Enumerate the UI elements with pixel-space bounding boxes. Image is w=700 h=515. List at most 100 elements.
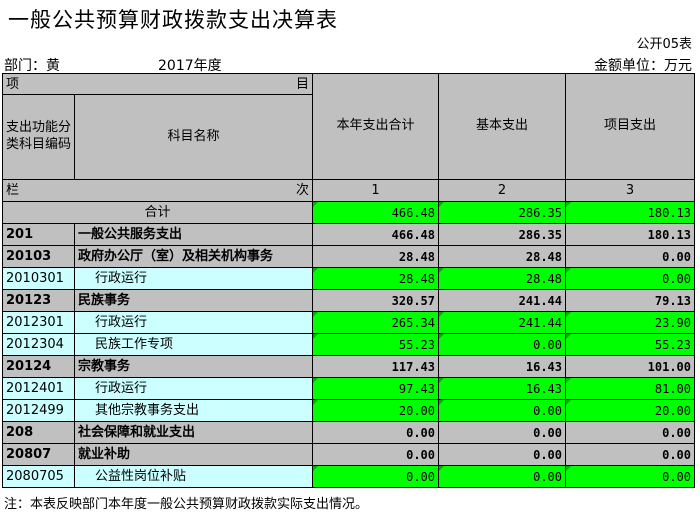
subject-name: 就业补助 — [74, 443, 313, 466]
total-expenditure-value: 97.43 — [312, 377, 439, 400]
subject-name: 社会保障和就业支出 — [74, 421, 313, 444]
amount-unit: 金额单位：万元 — [594, 58, 692, 74]
subject-code: 2012304 — [2, 333, 75, 356]
subject-code: 20807 — [2, 443, 75, 466]
project-expenditure-value: 0.00 — [565, 421, 695, 444]
subject-code: 20123 — [2, 289, 75, 312]
project-expenditure-value: 79.13 — [565, 289, 695, 312]
subject-name: 政府办公厅（室）及相关机构事务 — [74, 245, 313, 268]
subject-name: 一般公共服务支出 — [74, 223, 313, 246]
subject-name: 行政运行 — [74, 377, 313, 400]
basic-expenditure-value: 241.44 — [438, 311, 566, 334]
total-expenditure-value: 20.00 — [312, 399, 439, 422]
total-value-1: 466.48 — [312, 201, 439, 224]
project-expenditure-value: 101.00 — [565, 355, 695, 378]
project-expenditure-value: 180.13 — [565, 223, 695, 246]
subject-name: 行政运行 — [74, 267, 313, 290]
col-project-header: 项目支出 — [565, 73, 695, 180]
total-expenditure-value: 0.00 — [312, 443, 439, 466]
project-expenditure-value: 0.00 — [565, 443, 695, 466]
item-left-label: 项 — [6, 76, 20, 92]
total-expenditure-value: 28.48 — [312, 267, 439, 290]
subject-name: 民族工作专项 — [74, 333, 313, 356]
table-row: 20123 民族事务 320.57 241.44 79.13 — [2, 289, 695, 312]
index-row: 栏 次 1 2 3 — [2, 179, 695, 202]
index-label-cell: 栏 次 — [2, 179, 313, 202]
ci-label: 次 — [295, 183, 309, 198]
basic-expenditure-value: 241.44 — [438, 289, 566, 312]
table-row: 20807 就业补助 0.00 0.00 0.00 — [2, 443, 695, 466]
subject-code: 2080705 — [2, 465, 75, 488]
total-expenditure-value: 55.23 — [312, 333, 439, 356]
total-expenditure-value: 28.48 — [312, 245, 439, 268]
subject-code: 2010301 — [2, 267, 75, 290]
table-row: 208 社会保障和就业支出 0.00 0.00 0.00 — [2, 421, 695, 444]
table-row: 2080705 公益性岗位补贴 0.00 0.00 0.00 — [2, 465, 695, 488]
table-row: 20124 宗教事务 117.43 16.43 101.00 — [2, 355, 695, 378]
col-basic-header: 基本支出 — [438, 73, 566, 180]
subject-name: 行政运行 — [74, 311, 313, 334]
item-right-label: 目 — [295, 76, 309, 92]
basic-expenditure-value: 28.48 — [438, 245, 566, 268]
col-total-header: 本年支出合计 — [312, 73, 439, 180]
table-row: 2012304 民族工作专项 55.23 0.00 55.23 — [2, 333, 695, 356]
basic-expenditure-value: 0.00 — [438, 333, 566, 356]
subject-code: 20103 — [2, 245, 75, 268]
page-title: 一般公共预算财政拨款支出决算表 — [8, 8, 338, 32]
basic-expenditure-value: 0.00 — [438, 399, 566, 422]
func-code-header: 支出功能分类科目编码 — [2, 94, 75, 180]
header-row-item: 项 目 本年支出合计 基本支出 项目支出 — [2, 73, 695, 180]
subject-name-header: 科目名称 — [74, 94, 313, 180]
expenditure-table: 项 目 本年支出合计 基本支出 项目支出 支出功能分类科目编码 科目名称 栏 次… — [2, 73, 695, 488]
department-label: 部门：黄 — [4, 58, 60, 74]
index-1: 1 — [312, 179, 439, 202]
subject-code: 2012499 — [2, 399, 75, 422]
basic-expenditure-value: 16.43 — [438, 377, 566, 400]
total-value-2: 286.35 — [438, 201, 566, 224]
subject-code: 20124 — [2, 355, 75, 378]
total-expenditure-value: 0.00 — [312, 421, 439, 444]
fiscal-year: 2017年度 — [158, 58, 222, 74]
basic-expenditure-value: 0.00 — [438, 443, 566, 466]
table-row: 20103 政府办公厅（室）及相关机构事务 28.48 28.48 0.00 — [2, 245, 695, 268]
total-expenditure-value: 0.00 — [312, 465, 439, 488]
table-row: 201 一般公共服务支出 466.48 286.35 180.13 — [2, 223, 695, 246]
table-row: 2012401 行政运行 97.43 16.43 81.00 — [2, 377, 695, 400]
project-expenditure-value: 0.00 — [565, 245, 695, 268]
subject-code: 208 — [2, 421, 75, 444]
total-value-3: 180.13 — [565, 201, 695, 224]
basic-expenditure-value: 0.00 — [438, 421, 566, 444]
total-label: 合计 — [2, 201, 313, 224]
project-expenditure-value: 0.00 — [565, 267, 695, 290]
total-expenditure-value: 117.43 — [312, 355, 439, 378]
item-header-cell: 项 目 — [2, 73, 313, 95]
total-expenditure-value: 320.57 — [312, 289, 439, 312]
project-expenditure-value: 81.00 — [565, 377, 695, 400]
total-row: 合计 466.48 286.35 180.13 — [2, 201, 695, 224]
subject-name: 宗教事务 — [74, 355, 313, 378]
data-rows: 201 一般公共服务支出 466.48 286.35 180.13 20103 政府办公厅（… — [2, 223, 695, 488]
table-row: 2012499 其他宗教事务支出 20.00 0.00 20.00 — [2, 399, 695, 422]
subject-code: 201 — [2, 223, 75, 246]
basic-expenditure-value: 16.43 — [438, 355, 566, 378]
project-expenditure-value: 23.90 — [565, 311, 695, 334]
subject-code: 2012301 — [2, 311, 75, 334]
basic-expenditure-value: 28.48 — [438, 267, 566, 290]
total-expenditure-value: 265.34 — [312, 311, 439, 334]
subject-name: 公益性岗位补贴 — [74, 465, 313, 488]
project-expenditure-value: 55.23 — [565, 333, 695, 356]
basic-expenditure-value: 286.35 — [438, 223, 566, 246]
basic-expenditure-value: 0.00 — [438, 465, 566, 488]
project-expenditure-value: 20.00 — [565, 399, 695, 422]
subject-name: 民族事务 — [74, 289, 313, 312]
index-2: 2 — [438, 179, 566, 202]
total-expenditure-value: 466.48 — [312, 223, 439, 246]
subject-code: 2012401 — [2, 377, 75, 400]
form-number: 公开05表 — [636, 37, 692, 52]
project-expenditure-value: 0.00 — [565, 465, 695, 488]
lan-label: 栏 — [6, 183, 20, 198]
table-row: 2010301 行政运行 28.48 28.48 0.00 — [2, 267, 695, 290]
footnote: 注：本表反映部门本年度一般公共预算财政拨款实际支出情况。 — [4, 497, 369, 512]
index-3: 3 — [565, 179, 695, 202]
subject-name: 其他宗教事务支出 — [74, 399, 313, 422]
